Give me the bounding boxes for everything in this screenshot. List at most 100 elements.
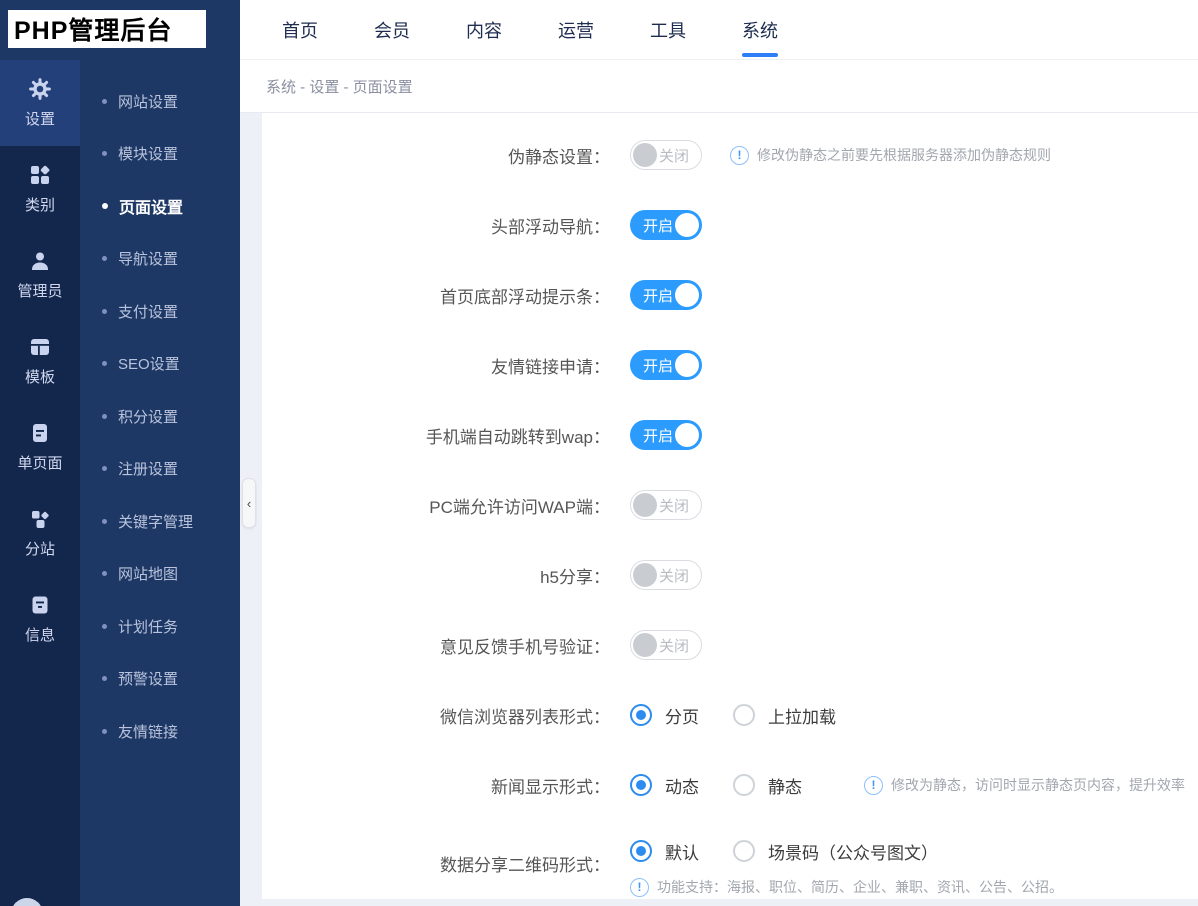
radio-button-icon[interactable] [630,774,652,796]
toggle-switch[interactable]: 关闭 [630,140,702,170]
radio-group: 分页 上拉加载 [630,703,870,728]
app-logo: PHP管理后台 [8,10,206,48]
nav-tab-label: 系统 [742,20,778,41]
radio-button-icon[interactable] [733,840,755,862]
radio-option[interactable]: 动态 [630,773,699,798]
submenu-item[interactable]: 网站设置 [80,75,241,128]
submenu-item[interactable]: 支付设置 [80,285,241,338]
submenu-item[interactable]: 网站地图 [80,548,241,601]
form-row-control: 开启 [630,350,702,380]
info-tip-text: 功能支持：海报、职位、简历、企业、兼职、资讯、公告、公招。 [657,879,1063,895]
sidebar-item-label: 管理员 [17,283,63,300]
toggle-switch[interactable]: 关闭 [630,560,702,590]
info-tip-text: 修改为静态，访问时显示静态页内容，提升效率 [891,777,1185,793]
toggle-state-label: 开启 [643,357,674,375]
form-row: 首页底部浮动提示条： 开启 [262,260,1198,330]
submenu-item-label: 积分设置 [118,408,179,426]
radio-button-icon[interactable] [733,774,755,796]
sidebar-item[interactable]: 模板 [0,318,80,404]
toggle-switch[interactable]: 关闭 [630,630,702,660]
radio-button-icon[interactable] [630,840,652,862]
toggle-state-label: 开启 [643,217,674,235]
radio-button-icon[interactable] [733,704,755,726]
sidebar-item[interactable]: 类别 [0,146,80,232]
sidebar-item[interactable]: 单页面 [0,404,80,490]
form-row-label: 头部浮动导航： [491,217,610,237]
sidebar-collapse-handle[interactable]: ‹ [242,478,256,528]
chevron-left-icon: ‹ [246,495,252,511]
submenu-item[interactable]: 模块设置 [80,128,241,181]
submenu-item[interactable]: 积分设置 [80,390,241,443]
nav-tab[interactable]: 运营 [530,0,622,59]
toggle-state-label: 开启 [643,287,674,305]
submenu-item[interactable]: 预警设置 [80,653,241,706]
info-circle-icon: ! [730,145,749,165]
toggle-switch[interactable]: 开启 [630,350,702,380]
toggle-knob-icon [633,633,657,657]
nav-tab[interactable]: 内容 [438,0,530,59]
radio-option[interactable]: 分页 [630,703,699,728]
bullet-dot-icon [102,728,107,734]
nav-tab[interactable]: 系统 [714,0,806,59]
form-row-control: 开启 [630,280,702,310]
sidebar-item-label: 设置 [24,111,55,128]
grid-icon [28,163,52,187]
radio-option[interactable]: 静态 [733,773,802,798]
sidebar-item-label: 类别 [24,197,55,214]
logo-band: PHP管理后台 [0,0,240,60]
submenu-item[interactable]: 关键字管理 [80,495,241,548]
bullet-dot-icon [102,623,107,629]
toggle-switch[interactable]: 关闭 [630,490,702,520]
form-row: 友情链接申请： 开启 [262,330,1198,400]
submenu-item[interactable]: 友情链接 [80,705,241,758]
toggle-switch[interactable]: 开启 [630,280,702,310]
form-row-control: 动态 静态! 修改为静态，访问时显示静态页内容，提升效率 [630,773,1185,798]
breadcrumb-bar: 系统 - 设置 - 页面设置 [240,60,1198,113]
sidebar-item[interactable]: 设置 [0,60,80,146]
info-tip: ! 修改伪静态之前要先根据服务器添加伪静态规则 [730,145,1051,165]
form-row: h5分享： 关闭 [262,540,1198,610]
toggle-knob-icon [633,493,657,517]
radio-option[interactable]: 默认 [630,839,699,864]
sidebar-item[interactable]: 分站 [0,490,80,576]
nav-tab[interactable]: 工具 [622,0,714,59]
tip-line: ! 功能支持：海报、职位、简历、企业、兼职、资讯、公告、公招。 [630,877,1063,897]
submenu-item[interactable]: 注册设置 [80,443,241,496]
nav-tab-label: 会员 [374,20,410,41]
bullet-dot-icon [102,518,107,524]
sidebar-item[interactable]: 信息 [0,576,80,662]
content-background: 伪静态设置： 关闭! 修改伪静态之前要先根据服务器添加伪静态规则 头部浮动导航： 开启首… [240,113,1198,906]
form-row-label: 意见反馈手机号验证： [440,637,610,657]
submenu-item-label: 导航设置 [118,251,179,269]
nav-tab-label: 运营 [558,20,594,41]
radio-option-label: 上拉加载 [768,707,836,727]
submenu-item-label: 注册设置 [118,461,179,479]
radio-button-icon[interactable] [630,704,652,726]
toggle-knob-icon [675,423,699,447]
radio-option[interactable]: 场景码（公众号图文） [733,839,938,864]
sidebar-item[interactable]: 管理员 [0,232,80,318]
radio-option-label: 动态 [665,777,699,797]
submenu-item-label: 预警设置 [118,671,179,689]
bullet-dot-icon [102,151,107,157]
radio-line: 默认 场景码（公众号图文） [630,829,972,873]
message-icon [28,593,52,617]
submenu-item-label: 模块设置 [118,146,179,164]
submenu-item[interactable]: 导航设置 [80,233,241,286]
nav-tab[interactable]: 会员 [346,0,438,59]
nav-tab[interactable]: 首页 [254,0,346,59]
form-row-control: 关闭 [630,560,702,590]
info-circle-icon: ! [864,775,883,795]
form-row-control: 关闭 [630,630,702,660]
radio-option[interactable]: 上拉加载 [733,703,836,728]
toggle-state-label: 关闭 [658,637,689,655]
submenu-item[interactable]: 计划任务 [80,600,241,653]
submenu-item-label: SEO设置 [118,356,180,374]
toggle-switch[interactable]: 开启 [630,210,702,240]
settings-form-panel: 伪静态设置： 关闭! 修改伪静态之前要先根据服务器添加伪静态规则 头部浮动导航： 开启首… [262,113,1198,899]
submenu-item[interactable]: SEO设置 [80,338,241,391]
form-row: 意见反馈手机号验证： 关闭 [262,610,1198,680]
form-row-control: 开启 [630,420,702,450]
toggle-switch[interactable]: 开启 [630,420,702,450]
submenu-item[interactable]: 页面设置 [80,180,241,233]
